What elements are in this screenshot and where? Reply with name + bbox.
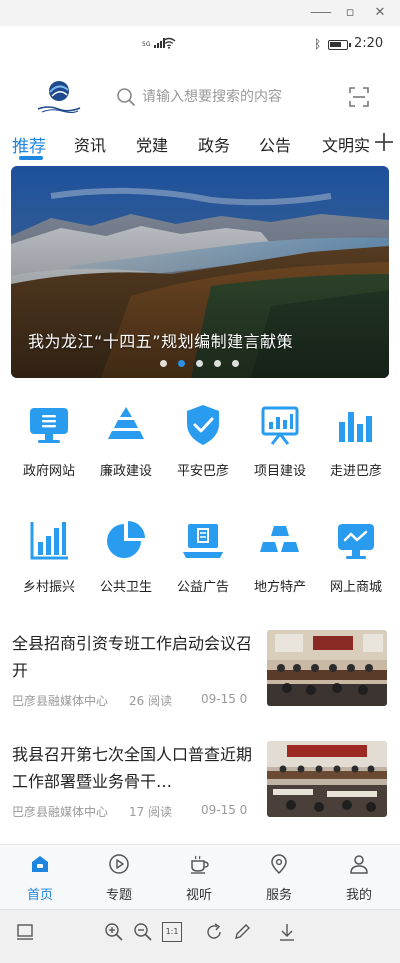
service-rural-revitalization[interactable]: 乡村振兴 bbox=[14, 518, 84, 595]
news-read-count: 17 阅读 bbox=[129, 805, 173, 819]
monitor-list-icon bbox=[30, 408, 68, 443]
carousel-dot-active[interactable] bbox=[178, 360, 185, 367]
minimize-icon[interactable]: ⸺ bbox=[310, 4, 332, 22]
add-tab-icon[interactable] bbox=[372, 130, 396, 154]
signal-type-label: 5G bbox=[142, 41, 151, 48]
tab-recommend[interactable]: 推荐 bbox=[12, 132, 46, 157]
phone-screen: 5G ᛒ 2:20 推荐 资讯 党建 政务 bbox=[0, 26, 400, 909]
nav-label: 首页 bbox=[26, 888, 53, 903]
pyramid-icon bbox=[108, 407, 144, 439]
rotate-icon[interactable] bbox=[204, 922, 224, 942]
online-monitor-icon bbox=[338, 524, 374, 559]
clock: 2:20 bbox=[354, 36, 384, 51]
home-icon bbox=[32, 856, 48, 872]
zoom-in-icon[interactable] bbox=[104, 922, 124, 942]
nav-audio-video[interactable]: 视听 bbox=[169, 853, 229, 903]
service-local-specialties[interactable]: 地方特产 bbox=[245, 518, 315, 595]
user-icon bbox=[350, 855, 368, 874]
coffee-cup-icon bbox=[191, 855, 209, 874]
wifi-icon bbox=[162, 37, 176, 49]
active-tab-indicator bbox=[19, 156, 43, 160]
service-enter-bayan[interactable]: 走进巴彦 bbox=[321, 402, 391, 479]
news-item[interactable]: 全县招商引资专班工作启动会议召开 巴彦县融媒体中心 26 阅读 09-15 0 bbox=[0, 630, 400, 738]
news-title[interactable]: 全县招商引资专班工作启动会议召开 bbox=[12, 630, 252, 684]
tab-party[interactable]: 党建 bbox=[136, 132, 168, 156]
actual-size-button[interactable]: 1:1 bbox=[162, 922, 182, 942]
service-label: 乡村振兴 bbox=[22, 580, 75, 595]
service-public-health[interactable]: 公共卫生 bbox=[91, 518, 161, 595]
growth-chart-icon bbox=[30, 522, 68, 560]
search-bar[interactable] bbox=[116, 83, 336, 111]
location-pin-icon bbox=[271, 854, 287, 875]
bottom-navigation: 首页 专题 视听 服务 我的 bbox=[0, 844, 400, 909]
service-label: 走进巴彦 bbox=[329, 464, 382, 479]
service-integrity-building[interactable]: 廉政建设 bbox=[91, 402, 161, 479]
banner-title: 我为龙江“十四五”规划编制建言献策 bbox=[28, 332, 294, 351]
news-item[interactable]: 我县召开第七次全国人口普查近期工作部署暨业务骨干… 巴彦县融媒体中心 17 阅读… bbox=[0, 741, 400, 849]
service-label: 公共卫生 bbox=[99, 580, 152, 595]
battery-icon bbox=[328, 40, 351, 50]
edit-pencil-icon[interactable] bbox=[232, 922, 252, 942]
service-project-construction[interactable]: 项目建设 bbox=[245, 402, 315, 479]
zoom-out-icon[interactable] bbox=[133, 922, 153, 942]
carousel-indicator bbox=[160, 360, 239, 367]
news-thumbnail[interactable] bbox=[267, 741, 387, 817]
nav-home[interactable]: 首页 bbox=[10, 853, 70, 903]
news-date: 09-15 0 bbox=[201, 803, 248, 817]
service-label: 公益广告 bbox=[176, 580, 229, 595]
tab-announcements[interactable]: 公告 bbox=[259, 132, 291, 156]
bluetooth-icon: ᛒ bbox=[314, 37, 322, 51]
app-logo bbox=[37, 81, 81, 113]
nav-label: 我的 bbox=[345, 888, 372, 903]
news-thumbnail[interactable] bbox=[267, 630, 387, 706]
maximize-icon[interactable]: ▫ bbox=[340, 4, 360, 22]
news-date: 09-15 0 bbox=[201, 692, 248, 706]
nav-label: 专题 bbox=[105, 888, 132, 903]
service-label: 平安巴彦 bbox=[176, 464, 229, 479]
nav-label: 服务 bbox=[265, 888, 292, 903]
news-source: 巴彦县融媒体中心 bbox=[12, 805, 109, 819]
search-icon bbox=[117, 88, 135, 106]
news-read-count: 26 阅读 bbox=[129, 694, 173, 708]
gold-bars-icon bbox=[260, 526, 299, 552]
shield-check-icon bbox=[187, 405, 219, 445]
tab-government[interactable]: 政务 bbox=[198, 132, 230, 156]
news-source: 巴彦县融媒体中心 bbox=[12, 694, 109, 708]
screen-layout-icon[interactable] bbox=[15, 922, 35, 942]
carousel-dot[interactable] bbox=[160, 360, 167, 367]
bar-chart-icon bbox=[339, 412, 372, 442]
service-government-website[interactable]: 政府网站 bbox=[14, 402, 84, 479]
laptop-icon bbox=[183, 524, 223, 558]
nav-profile[interactable]: 我的 bbox=[329, 853, 389, 903]
service-label: 地方特产 bbox=[253, 580, 306, 595]
emulator-toolbar: 1:1 bbox=[0, 909, 400, 963]
carousel-dot[interactable] bbox=[214, 360, 221, 367]
tab-news[interactable]: 资讯 bbox=[74, 132, 106, 156]
service-safe-bayan[interactable]: 平安巴彦 bbox=[168, 402, 238, 479]
status-bar: 5G ᛒ 2:20 bbox=[0, 26, 400, 62]
scan-icon[interactable] bbox=[348, 86, 370, 108]
window-title-bar: ⸺ ▫ ✕ bbox=[0, 0, 400, 26]
nav-services[interactable]: 服务 bbox=[249, 853, 309, 903]
service-public-ads[interactable]: 公益广告 bbox=[168, 518, 238, 595]
category-tabs: 推荐 资讯 党建 政务 公告 文明实 bbox=[0, 126, 400, 166]
chart-board-icon bbox=[261, 406, 299, 445]
search-input[interactable] bbox=[142, 89, 332, 105]
carousel-dot[interactable] bbox=[196, 360, 203, 367]
pie-chart-icon bbox=[107, 521, 145, 558]
nav-label: 视听 bbox=[185, 888, 212, 903]
close-icon[interactable]: ✕ bbox=[370, 4, 390, 22]
service-label: 政府网站 bbox=[22, 464, 75, 479]
tab-civilization[interactable]: 文明实 bbox=[322, 132, 370, 156]
service-label: 廉政建设 bbox=[99, 464, 152, 479]
news-title[interactable]: 我县召开第七次全国人口普查近期工作部署暨业务骨干… bbox=[12, 741, 252, 795]
service-label: 网上商城 bbox=[329, 580, 382, 595]
play-circle-icon bbox=[109, 854, 129, 874]
carousel-dot[interactable] bbox=[232, 360, 239, 367]
nav-topics[interactable]: 专题 bbox=[89, 853, 149, 903]
banner-carousel[interactable]: 我为龙江“十四五”规划编制建言献策 bbox=[11, 166, 389, 378]
download-icon[interactable] bbox=[277, 922, 297, 942]
service-online-mall[interactable]: 网上商城 bbox=[321, 518, 391, 595]
service-label: 项目建设 bbox=[253, 464, 306, 479]
